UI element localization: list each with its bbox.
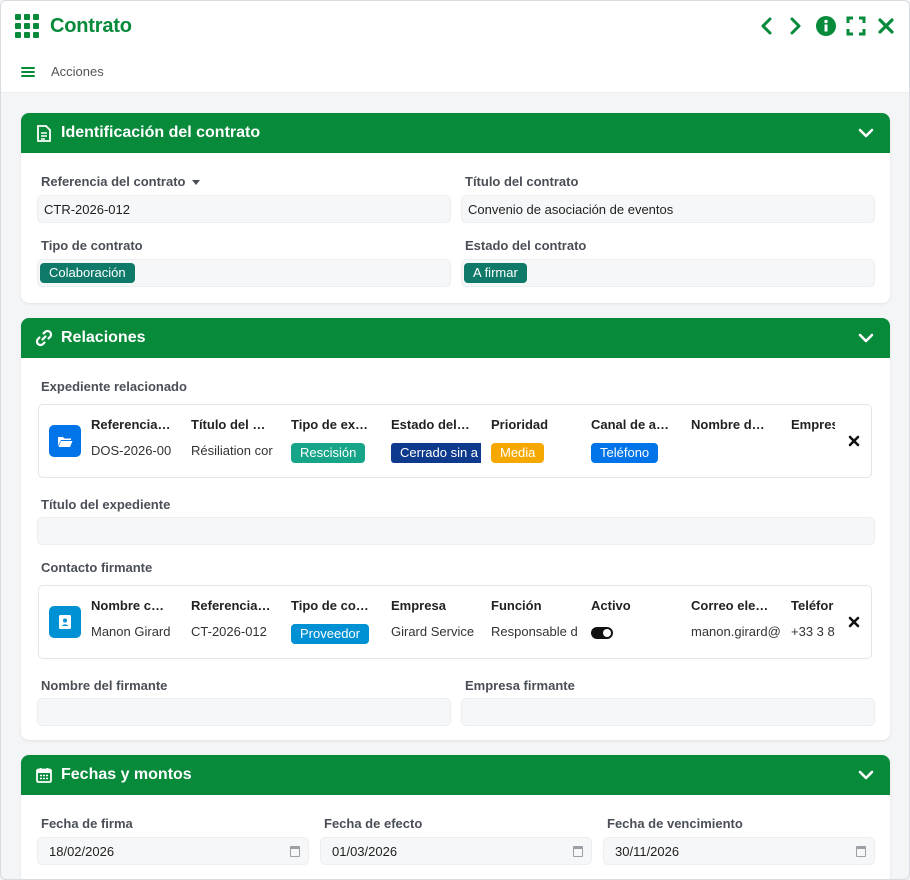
fecha-vencimiento-label: Fecha de vencimiento — [607, 816, 743, 831]
titulo-contrato-label: Título del contrato — [465, 174, 579, 189]
canal-badge: Teléfono — [591, 443, 659, 463]
calendar-picker-icon[interactable] — [290, 846, 300, 857]
contacto-col-tipo: Tipo de co… Proveedor — [291, 598, 381, 644]
calendar-icon — [35, 766, 53, 784]
contacto-col-telefono: Teléfor +33 3 8 — [791, 598, 835, 639]
contact-card-icon — [49, 606, 81, 638]
tipo-contrato-badge: Colaboración — [40, 263, 135, 283]
expediente-col-empresa: Empres — [791, 417, 835, 432]
contacto-col-nombre: Nombre c… Manon Girard — [91, 598, 171, 639]
chevron-down-icon[interactable] — [856, 328, 876, 348]
expediente-col-referencia: Referencia… DOS-2026-00 — [91, 417, 172, 458]
section-title: Identificación del contrato — [61, 124, 261, 141]
titulo-contrato-field[interactable]: Convenio de asociación de eventos — [461, 195, 875, 223]
chevron-right-icon[interactable] — [785, 15, 807, 37]
remove-contacto-icon[interactable] — [845, 613, 863, 631]
prioridad-badge: Media — [491, 443, 545, 463]
fullscreen-icon[interactable] — [845, 15, 867, 37]
titulo-expediente-label: Título del expediente — [41, 497, 171, 512]
section-header[interactable]: Relaciones — [21, 318, 890, 358]
contacto-label: Contacto firmante — [41, 560, 153, 575]
tipo-expediente-badge: Rescisión — [291, 443, 366, 463]
calendar-picker-icon[interactable] — [573, 846, 583, 857]
estado-expediente-badge: Cerrado sin a — [391, 443, 481, 463]
tipo-contrato-field[interactable]: Colaboración — [37, 259, 451, 287]
fecha-vencimiento-field[interactable]: 30/11/2026 — [603, 837, 875, 865]
section-fechas: Fechas y montos Fecha de firma 18/02/202… — [21, 755, 890, 879]
close-icon[interactable] — [875, 15, 897, 37]
menu-icon[interactable] — [21, 65, 35, 79]
contacto-col-referencia: Referencia… CT-2026-012 — [191, 598, 271, 639]
fecha-firma-label: Fecha de firma — [41, 816, 133, 831]
contacto-col-empresa: Empresa Girard Service — [391, 598, 475, 639]
fecha-efecto-label: Fecha de efecto — [324, 816, 423, 831]
chevron-down-icon[interactable] — [856, 123, 876, 143]
expediente-col-nombre: Nombre d… — [691, 417, 765, 432]
grid-icon[interactable] — [15, 14, 39, 38]
nombre-firmante-field[interactable] — [37, 698, 451, 726]
chevron-down-icon[interactable] — [856, 765, 876, 785]
tipo-contacto-badge: Proveedor — [291, 624, 369, 644]
calendar-picker-icon[interactable] — [856, 846, 866, 857]
nombre-firmante-label: Nombre del firmante — [41, 678, 168, 693]
estado-contrato-badge: A firmar — [464, 263, 527, 283]
contacto-col-correo: Correo ele… manon.girard@ — [691, 598, 781, 639]
window-actions — [755, 15, 897, 37]
contract-window: Contrato Acciones Identificación del con… — [0, 0, 910, 880]
ref-contrato-field[interactable]: CTR-2026-012 — [37, 195, 451, 223]
caret-down-icon — [191, 180, 200, 186]
section-relaciones: Relaciones Expediente relacionado Refere… — [21, 318, 890, 740]
section-header[interactable]: Identificación del contrato — [21, 113, 890, 153]
folder-icon — [49, 425, 81, 457]
contacto-col-activo: Activo — [591, 598, 681, 644]
window-title: Contrato — [50, 14, 132, 37]
titulo-expediente-field[interactable] — [37, 517, 875, 545]
link-icon — [35, 329, 53, 347]
section-header[interactable]: Fechas y montos — [21, 755, 890, 795]
expediente-col-canal: Canal de a… Teléfono — [591, 417, 681, 463]
actions-menu-label[interactable]: Acciones — [51, 64, 104, 79]
fecha-efecto-field[interactable]: 01/03/2026 — [320, 837, 592, 865]
chevron-left-icon[interactable] — [755, 15, 777, 37]
expediente-label: Expediente relacionado — [41, 379, 187, 394]
tipo-contrato-label: Tipo de contrato — [41, 238, 143, 253]
expediente-col-titulo: Título del … Résiliation cor — [191, 417, 273, 458]
contacto-col-funcion: Función Responsable d — [491, 598, 578, 639]
empresa-firmante-label: Empresa firmante — [465, 678, 575, 693]
expediente-col-prioridad: Prioridad Media — [491, 417, 581, 463]
section-title: Fechas y montos — [61, 766, 192, 783]
activo-toggle[interactable] — [591, 626, 613, 639]
expediente-col-estado: Estado del… Cerrado sin a — [391, 417, 481, 463]
section-identificacion: Identificación del contrato Referencia d… — [21, 113, 890, 303]
estado-contrato-label: Estado del contrato — [465, 238, 587, 253]
expediente-card[interactable]: Referencia… DOS-2026-00 Título del … Résil… — [38, 404, 872, 478]
remove-expediente-icon[interactable] — [845, 432, 863, 450]
fecha-firma-field[interactable]: 18/02/2026 — [37, 837, 309, 865]
toolbar: Acciones — [1, 51, 909, 93]
empresa-firmante-field[interactable] — [461, 698, 875, 726]
contacto-card[interactable]: Nombre c… Manon Girard Referencia… CT-2026… — [38, 585, 872, 659]
estado-contrato-field[interactable]: A firmar — [461, 259, 875, 287]
document-icon — [35, 124, 53, 142]
info-icon[interactable] — [815, 15, 837, 37]
ref-contrato-label[interactable]: Referencia del contrato — [41, 174, 200, 189]
title-bar: Contrato — [1, 1, 909, 51]
section-title: Relaciones — [61, 329, 146, 346]
expediente-col-tipo: Tipo de ex… Rescisión — [291, 417, 381, 463]
